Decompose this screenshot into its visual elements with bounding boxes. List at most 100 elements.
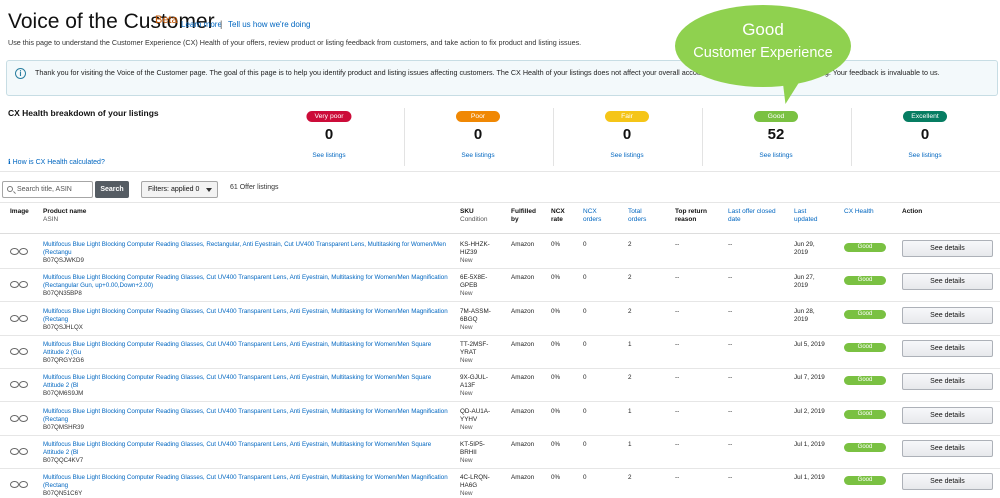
last-updated-line-1: Jul 7, 2019: [794, 374, 825, 382]
col-last-updated-label-2: updated: [794, 216, 818, 223]
see-listings-very-poor[interactable]: See listings: [255, 152, 403, 159]
product-cell: Multifocus Blue Light Blocking Computer …: [43, 341, 448, 365]
see-listings-good[interactable]: See listings: [702, 152, 850, 159]
col-top-return-reason[interactable]: Top return reason: [675, 208, 707, 224]
last-offer-closed: --: [728, 241, 733, 248]
product-asin: B07QM6S9JM: [43, 390, 84, 398]
col-last-offer-closed[interactable]: Last offer closed date: [728, 208, 776, 224]
see-listings-fair[interactable]: See listings: [553, 152, 701, 159]
product-cell: Multifocus Blue Light Blocking Computer …: [43, 441, 448, 465]
product-name-link[interactable]: Multifocus Blue Light Blocking Computer …: [43, 474, 448, 490]
sku-line-1: 4C-LRQN-: [460, 474, 490, 482]
ncx-orders: 0: [583, 307, 587, 315]
see-details-button[interactable]: See details: [902, 240, 993, 257]
product-name-link[interactable]: Multifocus Blue Light Blocking Computer …: [43, 408, 448, 424]
top-return-reason: --: [675, 474, 680, 482]
last-updated-line-2: 2019: [794, 249, 809, 256]
last-updated: Jun 27, 2019: [794, 274, 815, 290]
info-banner-text: Thank you for visiting the Voice of the …: [35, 68, 940, 77]
product-name-link[interactable]: Multifocus Blue Light Blocking Computer …: [43, 241, 448, 257]
see-details-button[interactable]: See details: [902, 439, 993, 457]
product-name-link[interactable]: Multifocus Blue Light Blocking Computer …: [43, 441, 448, 457]
condition: New: [460, 290, 473, 298]
col-last-updated[interactable]: Last updated: [794, 208, 818, 224]
last-offer-closed: --: [728, 307, 733, 315]
product-name-link[interactable]: Multifocus Blue Light Blocking Computer …: [43, 341, 448, 357]
beta-badge: Beta: [155, 14, 178, 26]
col-ncx-orders-label-2: orders: [583, 216, 602, 223]
col-total-orders-label-2: orders: [628, 216, 647, 223]
see-details-button[interactable]: See details: [902, 273, 993, 291]
callout-title: Good: [742, 20, 784, 39]
see-details-button[interactable]: See details: [902, 306, 993, 324]
product-thumbnail: [10, 347, 28, 355]
see-details-button[interactable]: See details: [902, 339, 993, 357]
last-updated-line-1: Jun 28,: [794, 307, 815, 315]
last-updated-line-1: Jun 29,: [794, 241, 815, 248]
last-updated-line-1: Jul 1, 2019: [794, 474, 825, 482]
product-name-link[interactable]: Multifocus Blue Light Blocking Computer …: [43, 308, 448, 324]
product-thumbnail: [10, 481, 28, 489]
col-last-offer-label-2: date: [728, 216, 741, 223]
see-details-button[interactable]: See details: [902, 373, 993, 391]
sku-line-1: 9X-GJUL-: [460, 374, 488, 382]
see-details-button[interactable]: See details: [902, 473, 993, 491]
total-orders: 2: [628, 241, 632, 248]
condition: New: [460, 456, 473, 464]
last-updated: Jun 29, 2019: [794, 241, 815, 257]
last-updated-line-2: 2019: [794, 315, 809, 323]
chevron-down-icon: [206, 188, 212, 192]
feedback-link[interactable]: Tell us how we're doing: [228, 20, 310, 29]
product-name-link[interactable]: Multifocus Blue Light Blocking Computer …: [43, 274, 448, 290]
see-listings-excellent[interactable]: See listings: [851, 152, 999, 159]
offer-listings-count: 61 Offer listings: [230, 184, 279, 191]
col-fulfilled-by[interactable]: Fulfilled by: [511, 208, 536, 224]
see-listings-poor[interactable]: See listings: [404, 152, 552, 159]
see-details-button[interactable]: See details: [902, 406, 993, 424]
top-return-reason: --: [675, 407, 680, 415]
search-input[interactable]: Search title, ASIN: [2, 181, 93, 198]
condition: New: [460, 390, 473, 398]
last-updated: Jun 28, 2019: [794, 308, 815, 324]
sku-cell: 9X-GJUL- A13F New: [460, 374, 488, 398]
cx-health-title: CX Health breakdown of your listings: [8, 108, 159, 118]
col-ncx-rate-label-1: NCX: [551, 208, 565, 215]
sku-line-1: KT-5IP5-: [460, 440, 485, 448]
ncx-orders: 0: [583, 340, 587, 348]
sku-cell: QD-AU1A- YYHV New: [460, 408, 490, 432]
ncx-rate: 0%: [551, 407, 561, 415]
product-asin: B07QMSHR39: [43, 423, 84, 431]
col-product-name[interactable]: Product name ASIN: [43, 208, 86, 224]
cx-pill-very-poor: Very poor: [306, 111, 352, 122]
table-row: Multifocus Blue Light Blocking Computer …: [0, 436, 1000, 469]
table-row: Multifocus Blue Light Blocking Computer …: [0, 403, 1000, 436]
cx-health-badge: Good: [844, 243, 886, 252]
info-banner: i Thank you for visiting the Voice of th…: [6, 60, 998, 96]
search-button[interactable]: Search: [95, 181, 129, 198]
learn-more-link[interactable]: Learn more: [181, 20, 222, 29]
total-orders: 1: [628, 407, 632, 415]
cx-card-fair: Fair 0 See listings: [553, 108, 701, 166]
ncx-orders: 0: [583, 274, 587, 282]
condition: New: [460, 323, 473, 331]
last-offer-closed: --: [728, 474, 733, 482]
product-name-link[interactable]: Multifocus Blue Light Blocking Computer …: [43, 374, 448, 390]
cx-health-calculation-link[interactable]: ℹ How is CX Health calculated?: [8, 158, 105, 166]
cx-count-good: 52: [767, 126, 785, 143]
cx-pill-fair: Fair: [605, 111, 649, 122]
product-asin: B07QQC4KV7: [43, 456, 84, 464]
col-ncx-orders[interactable]: NCX orders: [583, 208, 601, 224]
fulfilled-by: Amazon: [511, 274, 535, 282]
sku-cell: 7M-ASSM- 6BGQ New: [460, 308, 491, 332]
col-image: Image: [10, 208, 29, 215]
cx-pill-excellent: Excellent: [903, 111, 947, 122]
col-total-orders[interactable]: Total orders: [628, 208, 646, 224]
col-cx-health[interactable]: CX Health: [844, 208, 874, 216]
filters-dropdown[interactable]: Filters: applied 0: [141, 181, 218, 198]
total-orders: 2: [628, 274, 632, 282]
ncx-orders: 0: [583, 407, 587, 415]
condition: New: [460, 423, 473, 431]
col-total-orders-label-1: Total: [628, 208, 642, 215]
col-sku[interactable]: SKU Condition: [460, 208, 487, 224]
col-ncx-rate[interactable]: NCX rate: [551, 208, 565, 224]
